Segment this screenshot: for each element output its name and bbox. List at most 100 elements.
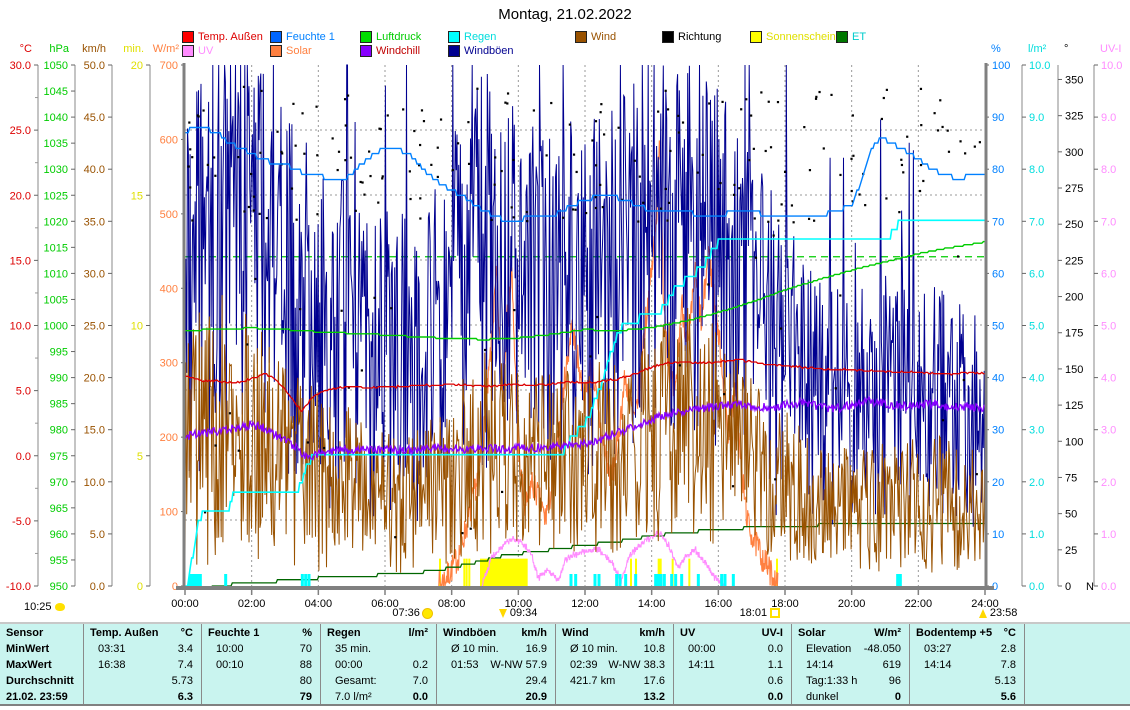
stat-value: 88 <box>300 657 312 673</box>
richtung-dot <box>562 217 564 219</box>
richtung-dot <box>733 184 735 186</box>
axis-tick-label: 30.0 <box>84 268 105 280</box>
richtung-dot <box>813 220 815 222</box>
stat-label <box>208 673 216 689</box>
richtung-dot <box>440 118 442 120</box>
richtung-dot <box>260 90 262 92</box>
richtung-dot <box>748 159 750 161</box>
stat-cell: Durchschnitt <box>0 673 83 689</box>
richtung-dot <box>793 221 795 223</box>
richtung-dot <box>732 485 734 487</box>
axis-tick-label: 25.0 <box>84 321 105 333</box>
richtung-dot <box>777 101 779 103</box>
richtung-dot <box>526 211 528 213</box>
col-header: Windböen <box>443 625 496 641</box>
rain-tick <box>196 574 199 586</box>
richtung-dot <box>394 536 396 538</box>
richtung-dot <box>248 206 250 208</box>
richtung-dot <box>295 145 297 147</box>
axis-tick-label: 10.0 <box>10 321 31 333</box>
richtung-dot <box>745 98 747 100</box>
axis-tick-label: 100 <box>992 60 1010 72</box>
richtung-dot <box>678 131 680 133</box>
rain-tick <box>899 574 902 586</box>
richtung-dot <box>253 196 255 198</box>
stat-cell: 421.7 km17.6 <box>556 673 673 689</box>
richtung-dot <box>484 349 486 351</box>
axis-tick-label: 3.0 <box>1101 425 1116 437</box>
richtung-dot <box>723 393 725 395</box>
stat-cell: MaxWert <box>0 657 83 673</box>
stat-value: 0.2 <box>413 657 428 673</box>
stat-value: 3.4 <box>178 641 193 657</box>
richtung-dot <box>299 308 301 310</box>
stat-cell: MinWert <box>0 641 83 657</box>
richtung-dot <box>191 156 193 158</box>
axis-tick-label: 0.0 <box>16 451 31 463</box>
richtung-dot <box>229 412 231 414</box>
rain-tick <box>194 574 197 586</box>
richtung-dot <box>595 164 597 166</box>
richtung-dot <box>765 150 767 152</box>
richtung-dot <box>301 112 303 114</box>
richtung-dot <box>461 532 463 534</box>
rain-tick <box>199 574 202 586</box>
sunshine-bar <box>468 559 470 586</box>
richtung-dot <box>573 154 575 156</box>
axis-tick-label: 275 <box>1065 183 1083 195</box>
stat-label <box>443 673 451 689</box>
marker-arrow-up-time: 23:58 <box>979 607 1018 619</box>
col-header: Bodentemp +5 <box>916 625 992 641</box>
richtung-dot <box>963 379 965 381</box>
axis-tick-label: 45.0 <box>84 112 105 124</box>
table-col-solar: SolarW/m²Elevation-48.05014:14619Tag:1:3… <box>792 624 910 704</box>
axis-tick-label: 1010 <box>44 268 68 280</box>
col-unit: % <box>302 625 312 641</box>
richtung-dot <box>634 160 636 162</box>
stat-cell: 0.6 <box>674 673 791 689</box>
stat-label: Ø 10 min. <box>562 641 618 657</box>
stat-cell: Windkm/h <box>556 625 673 641</box>
axis-tick-label: 15 <box>131 190 143 202</box>
richtung-dot <box>189 186 191 188</box>
axis-tick-label: 30 <box>992 425 1004 437</box>
richtung-dot <box>363 194 365 196</box>
weather-day-chart-window: Montag, 21.02.2022 Temp. AußenFeuchte 1L… <box>0 0 1130 710</box>
stat-label <box>90 689 98 704</box>
rain-tick <box>697 574 700 586</box>
axis-tick-label: 1005 <box>44 294 68 306</box>
axis-tick-label: 2.0 <box>1029 477 1044 489</box>
marker-time-label: 07:36 <box>392 607 420 619</box>
stat-value: -48.050 <box>864 641 901 657</box>
axis-tick-label: 980 <box>50 425 68 437</box>
rain-tick <box>574 574 577 586</box>
richtung-dot <box>883 97 885 99</box>
x-tick-label: 12:00 <box>571 598 599 610</box>
stat-label: 7.0 l/m² <box>327 689 372 704</box>
rain-tick <box>720 574 723 586</box>
marker-arrow-down-time: 09:34 <box>499 607 538 619</box>
richtung-dot <box>920 124 922 126</box>
richtung-dot <box>332 137 334 139</box>
stat-cell: Bodentemp +5°C <box>910 625 1024 641</box>
axis-tick-label: 25 <box>1065 545 1077 557</box>
richtung-dot <box>344 98 346 100</box>
stat-value: 29.4 <box>526 673 547 689</box>
richtung-dot <box>881 118 883 120</box>
stat-cell: 5.73 <box>84 673 201 689</box>
richtung-dot <box>526 220 528 222</box>
richtung-dot <box>852 114 854 116</box>
axis-tick-label: 1025 <box>44 190 68 202</box>
richtung-dot <box>979 141 981 143</box>
richtung-dot <box>470 528 472 530</box>
rain-tick <box>654 574 657 586</box>
stat-value: 2.8 <box>1001 641 1016 657</box>
axis-tick-label: 175 <box>1065 328 1083 340</box>
stat-label: Elevation <box>798 641 851 657</box>
stat-cell: Gesamt:7.0 <box>321 673 436 689</box>
richtung-dot <box>934 112 936 114</box>
axis-tick-label: 10 <box>131 321 143 333</box>
stat-label <box>443 689 451 704</box>
col-header: Temp. Außen <box>90 625 158 641</box>
stat-cell: 0.0 <box>674 689 791 704</box>
